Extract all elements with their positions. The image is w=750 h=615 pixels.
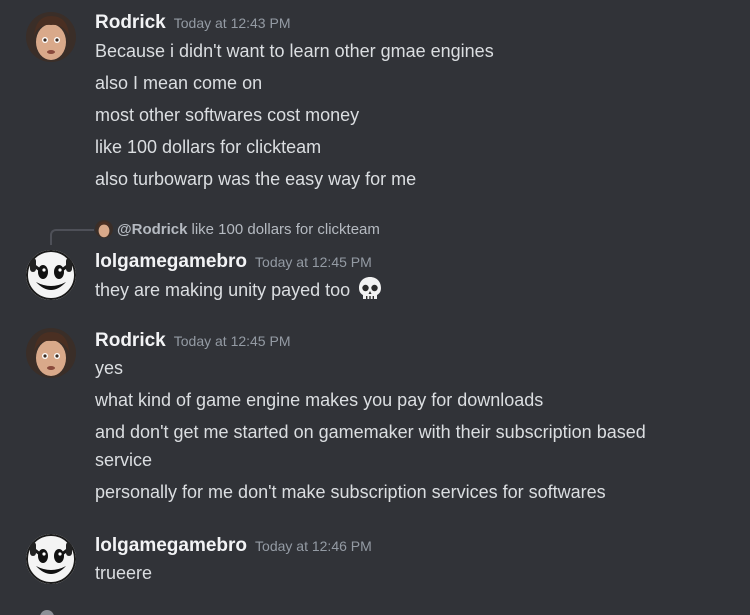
avatar-lolgamegamebro[interactable] [26,534,76,584]
username[interactable]: lolgamegamebro [95,535,247,556]
username[interactable]: Rodrick [95,330,166,351]
message-text: trueere [95,563,153,583]
avatar-rodrick[interactable] [26,12,76,62]
avatar-photo-icon [26,12,76,62]
reply-username[interactable]: @Rodrick [117,221,187,238]
avatar-photo-icon [26,328,76,378]
message-text: and don't get me started on gamemaker wi… [95,422,646,470]
username[interactable]: lolgamegamebro [95,251,247,272]
message-text: also I mean come on [95,73,263,93]
reply-preview[interactable]: @Rodrick like 100 dollars for clickteam [95,219,380,241]
message-text: also turbowarp was the easy way for me [95,169,417,189]
message-text: Because i didn't want to learn other gma… [95,41,494,61]
message-text-content: they are making unity payed too [95,280,351,300]
timestamp: Today at 12:45 PM [255,254,372,270]
timestamp: Today at 12:45 PM [173,333,291,349]
timestamp: Today at 12:46 PM [255,538,372,554]
message-text: personally for me don't make subscriptio… [95,482,606,502]
avatar-rodrick[interactable] [26,328,76,378]
reply-text: like 100 dollars for clickteam [191,221,380,238]
message-text: they are making unity payed too [95,276,383,308]
next-message-avatar [40,610,54,615]
timestamp: Today at 12:43 PM [173,15,291,31]
cartoon-face-icon [26,534,76,584]
reply-connector [50,229,94,245]
message-text: what kind of game engine makes you pay f… [95,390,544,410]
message-text: most other softwares cost money [95,105,360,125]
username[interactable]: Rodrick [95,12,166,33]
skull-emoji-icon [357,276,383,308]
chat-message-list: Rodrick Today at 12:43 PM Because i didn'… [0,0,750,615]
reply-avatar [95,220,113,238]
message-text: like 100 dollars for clickteam [95,137,322,157]
cartoon-face-icon [26,250,76,300]
avatar-lolgamegamebro[interactable] [26,250,76,300]
message-text: yes [95,358,124,378]
